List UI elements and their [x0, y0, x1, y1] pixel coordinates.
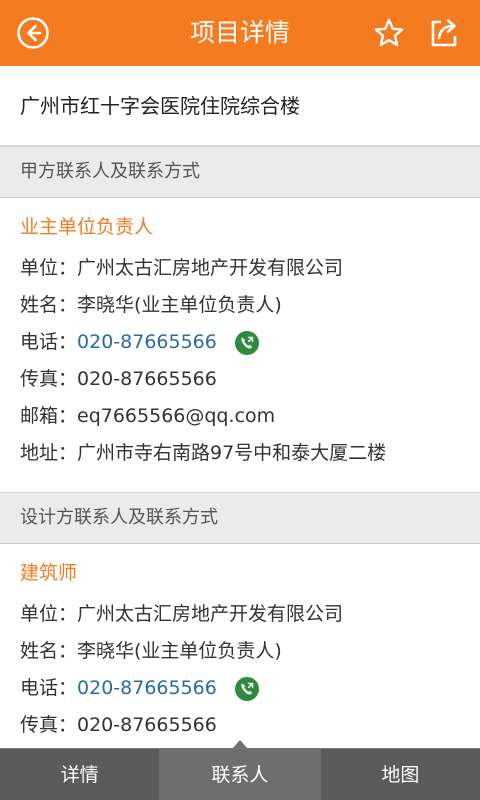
contact-email: 邮箱：eq7665566@qq.com	[20, 405, 276, 427]
contact-unit: 单位：广州太古汇房地产开发有限公司	[20, 257, 344, 279]
contact-role: 建筑师	[20, 562, 78, 584]
contact-fax: 传真：020-87665566	[20, 714, 217, 736]
share-button[interactable]	[424, 14, 464, 52]
designer-contact-block: 建筑师 单位：广州太古汇房地产开发有限公司 姓名：李晓华(业主单位负责人) 电话…	[0, 544, 480, 748]
contact-role: 业主单位负责人	[20, 216, 154, 238]
tab-map[interactable]: 地图	[319, 749, 480, 800]
tab-label: 地图	[381, 764, 420, 786]
section-header-owner: 甲方联系人及联系方式	[0, 146, 480, 198]
tab-details[interactable]: 详情	[0, 749, 159, 800]
call-button[interactable]	[234, 676, 259, 701]
phone-link[interactable]: 020-87665566	[77, 670, 217, 707]
contact-unit: 单位：广州太古汇房地产开发有限公司	[20, 603, 344, 625]
contact-address: 地址：广州市寺右南路97号中和泰大厦二楼	[20, 442, 387, 464]
contact-name: 姓名：李晓华(业主单位负责人)	[20, 640, 282, 662]
tab-label: 联系人	[211, 764, 269, 786]
contact-name: 姓名：李晓华(业主单位负责人)	[20, 294, 282, 316]
phone-label: 电话：	[20, 331, 78, 353]
contact-phone-row: 电话： 020-87665566	[20, 670, 460, 707]
owner-contact-block: 业主单位负责人 单位：广州太古汇房地产开发有限公司 姓名：李晓华(业主单位负责人…	[0, 198, 480, 492]
bottom-navigation: 详情 联系人 地图	[0, 740, 480, 800]
active-tab-indicator	[231, 740, 248, 749]
star-outline-icon	[374, 18, 404, 47]
phone-call-icon	[241, 682, 254, 694]
project-name: 广州市红十字会医院住院综合楼	[0, 66, 480, 146]
phone-label: 电话：	[20, 677, 78, 699]
contact-content[interactable]: 广州市红十字会医院住院综合楼 甲方联系人及联系方式 业主单位负责人 单位：广州太…	[0, 66, 480, 748]
contact-fax: 传真：020-87665566	[20, 368, 217, 390]
contact-phone-row: 电话： 020-87665566	[20, 324, 460, 361]
favorite-button[interactable]	[370, 14, 408, 52]
top-bar: 项目详情	[0, 0, 480, 66]
phone-call-icon	[241, 336, 254, 348]
section-header-designer: 设计方联系人及联系方式	[0, 492, 480, 544]
share-external-icon	[431, 19, 457, 47]
page-title: 项目详情	[189, 18, 290, 47]
tab-label: 详情	[60, 764, 99, 786]
call-button[interactable]	[234, 330, 259, 355]
tab-contacts[interactable]: 联系人	[159, 740, 320, 800]
phone-link[interactable]: 020-87665566	[77, 324, 217, 361]
